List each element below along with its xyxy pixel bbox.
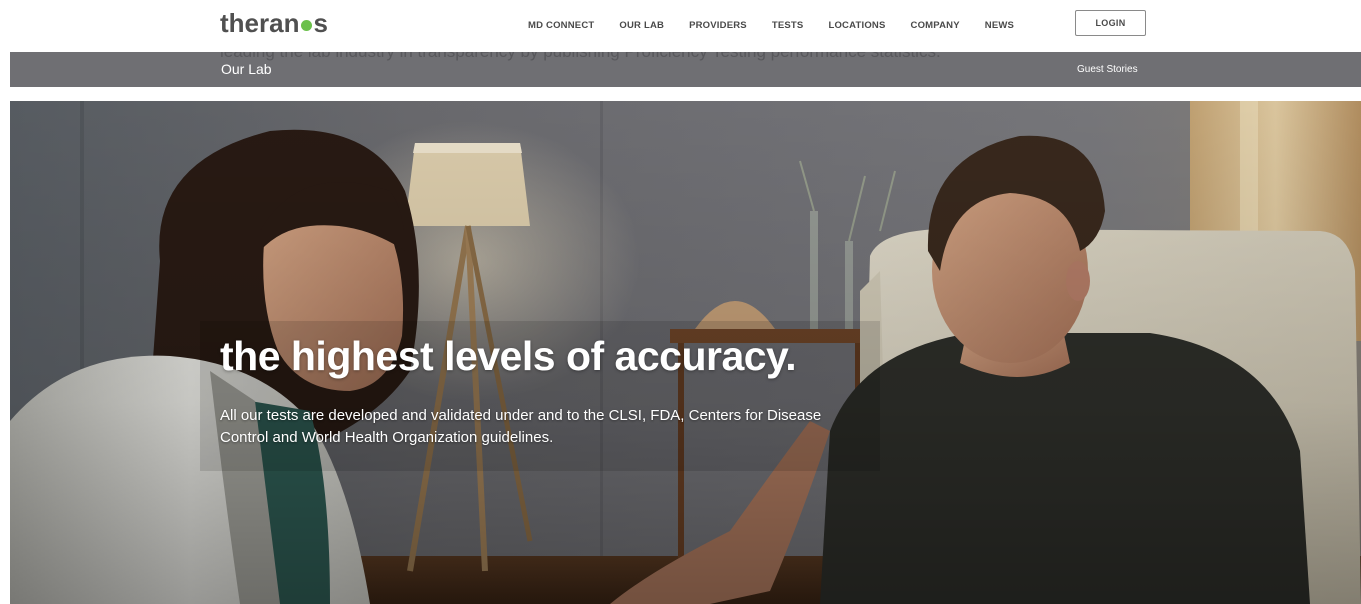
- guest-stories-link[interactable]: Guest Stories: [1077, 64, 1138, 75]
- logo-text-part2: s: [313, 8, 328, 38]
- nav-our-lab[interactable]: OUR LAB: [619, 20, 664, 31]
- nav-locations[interactable]: LOCATIONS: [828, 20, 885, 31]
- hero-headline: the highest levels of accuracy.: [220, 333, 797, 379]
- nav-providers[interactable]: PROVIDERS: [689, 20, 747, 31]
- nav-news[interactable]: NEWS: [985, 20, 1014, 31]
- nav-md-connect[interactable]: MD CONNECT: [528, 20, 594, 31]
- logo-dot-icon: [301, 20, 313, 31]
- theranos-logo[interactable]: theran s: [220, 8, 328, 39]
- hero-description: All our tests are developed and validate…: [220, 407, 822, 446]
- section-subnav-bar: leading the lab industry in transparency…: [10, 52, 1361, 87]
- main-menu: MD CONNECT OUR LAB PROVIDERS TESTS LOCAT…: [528, 0, 1039, 50]
- logo-text-part1: theran: [220, 8, 300, 38]
- login-button[interactable]: LOGIN: [1075, 10, 1146, 36]
- top-navigation: theran s MD CONNECT OUR LAB PROVIDERS TES…: [0, 0, 1361, 50]
- section-title: Our Lab: [221, 61, 272, 77]
- hero-banner: the highest levels of accuracy. All our …: [10, 101, 1361, 604]
- nav-company[interactable]: COMPANY: [911, 20, 960, 31]
- scrolled-behind-text: leading the lab industry in transparency…: [220, 52, 941, 62]
- nav-tests[interactable]: TESTS: [772, 20, 804, 31]
